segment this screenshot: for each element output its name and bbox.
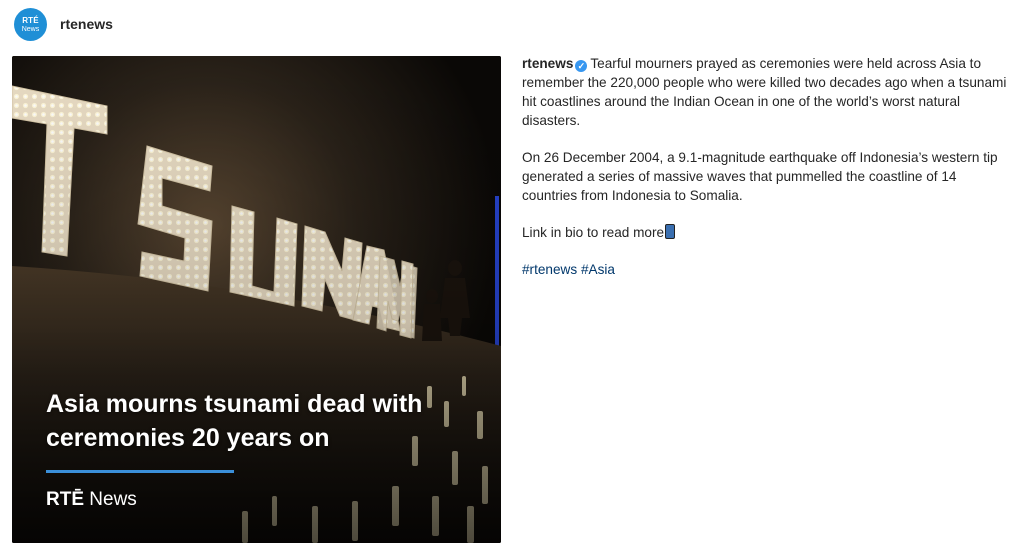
- verified-badge-icon: ✓: [575, 60, 588, 72]
- mobile-phone-icon: [665, 224, 676, 239]
- hashtag-rtenews[interactable]: #rtenews: [522, 262, 577, 277]
- avatar[interactable]: RTÉ News: [14, 8, 47, 41]
- hashtag-asia[interactable]: #Asia: [581, 262, 615, 277]
- rte-news-logo: RTĒ News: [46, 489, 137, 511]
- caption-username[interactable]: rtenews: [522, 56, 573, 71]
- logo-rte-text: RTĒ: [46, 489, 84, 510]
- username-link[interactable]: rtenews: [60, 16, 113, 32]
- logo-news-text: News: [89, 489, 137, 510]
- caption-paragraph-2: On 26 December 2004, a 9.1-magnitude ear…: [522, 150, 998, 203]
- link-in-bio-text: Link in bio to read more: [522, 225, 665, 240]
- avatar-logo-text: RTÉ: [22, 15, 39, 25]
- post-caption: rtenews ✓ Tearful mourners prayed as cerem…: [522, 54, 1014, 297]
- hashtags: #rtenews #Asia: [522, 260, 1014, 279]
- headline-divider: [46, 470, 234, 473]
- avatar-logo-subtext: News: [21, 25, 40, 33]
- post-image[interactable]: Asia mourns tsunami dead with ceremonies…: [12, 56, 501, 543]
- post-header: RTÉ News rtenews: [0, 0, 1024, 48]
- image-headline: Asia mourns tsunami dead with ceremonies…: [46, 390, 423, 452]
- caption-paragraph-1: Tearful mourners prayed as ceremonies we…: [522, 56, 1007, 128]
